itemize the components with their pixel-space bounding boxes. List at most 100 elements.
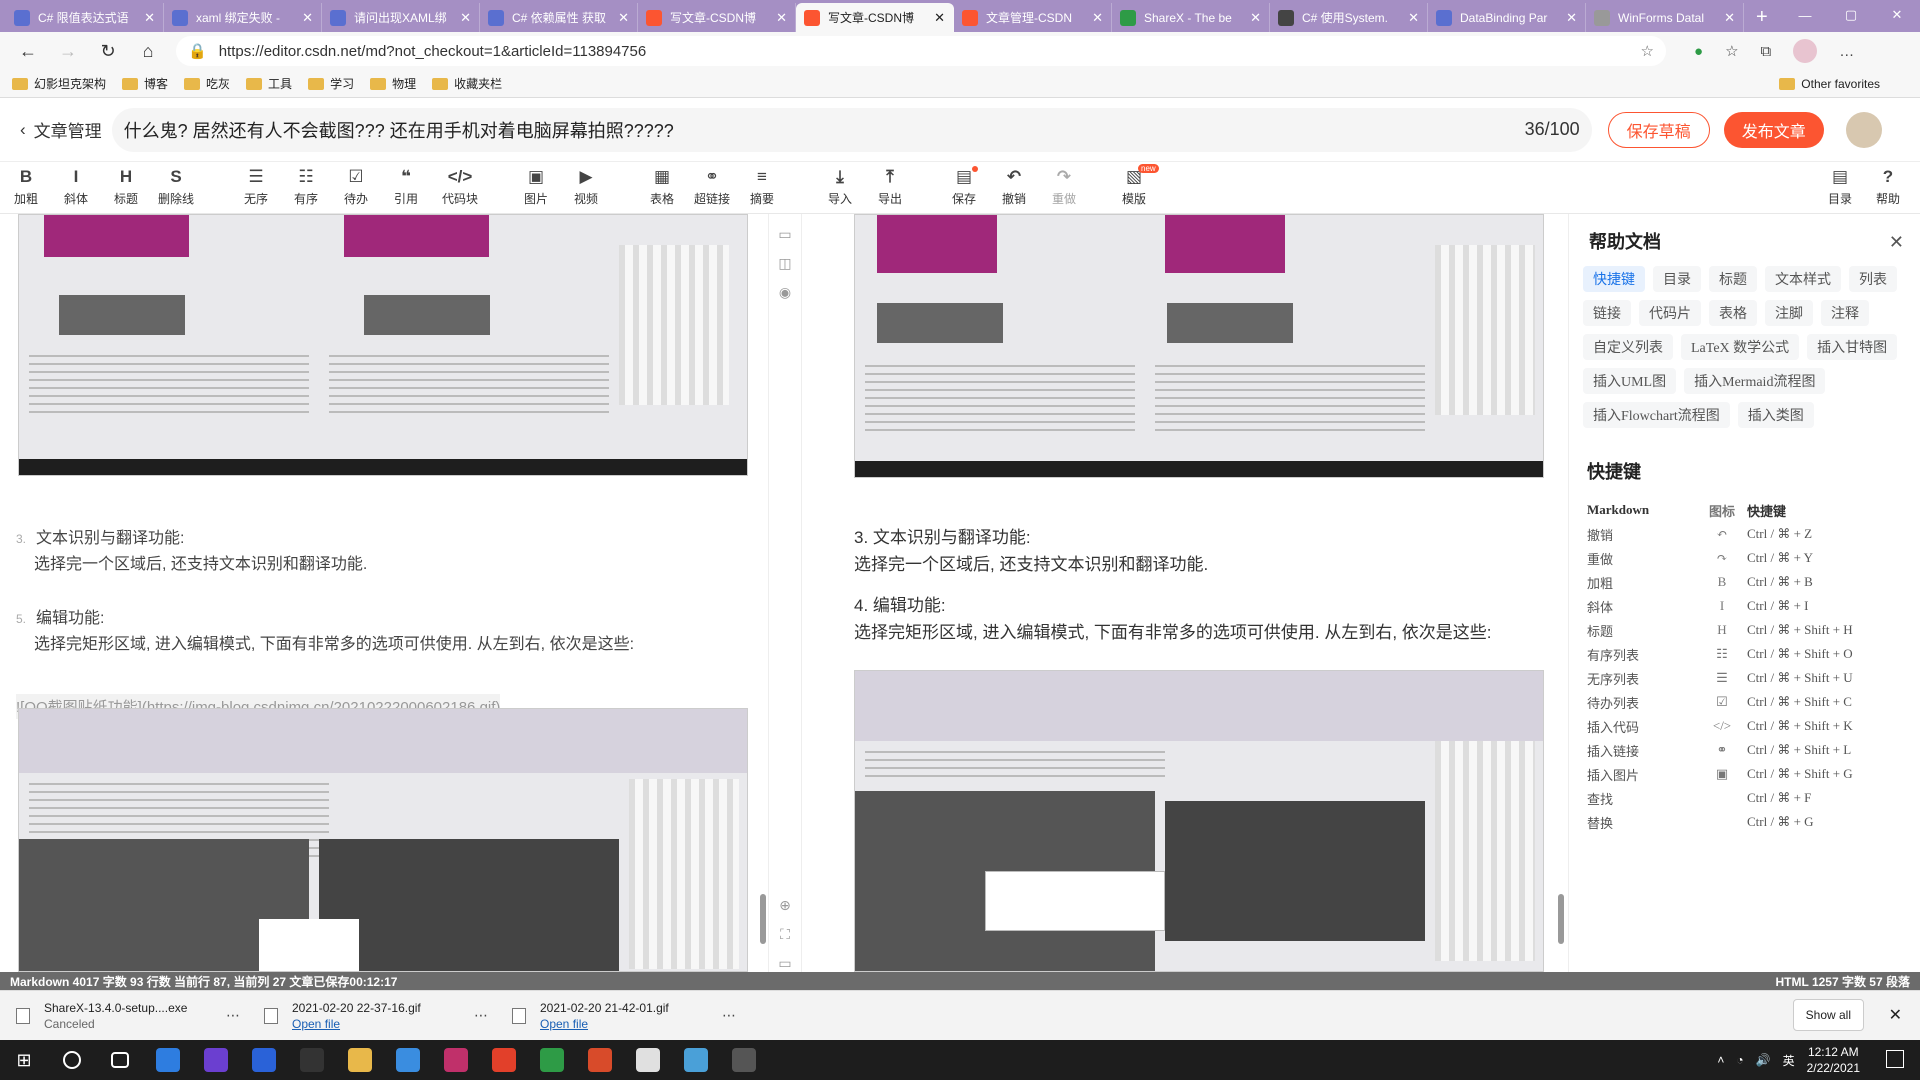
home-icon[interactable]: ⌂ <box>128 41 168 62</box>
open-file-link[interactable]: Open file <box>540 1017 588 1031</box>
user-avatar[interactable] <box>1845 111 1882 148</box>
toolbar-button-8[interactable]: ❝ 引用 <box>384 166 428 207</box>
close-downloads-icon[interactable]: ✕ <box>1889 1005 1902 1025</box>
help-chip[interactable]: 标题 <box>1709 266 1757 292</box>
download-item[interactable]: ShareX-13.4.0-setup....exe Canceled ⋯ <box>16 1001 248 1031</box>
close-tab-icon[interactable]: ✕ <box>776 10 787 26</box>
toolbar-button-11[interactable]: ▶ 视频 <box>564 166 608 207</box>
fullscreen-icon[interactable]: ⛶ <box>769 926 801 943</box>
taskbar-app-icon[interactable] <box>480 1040 528 1080</box>
toolbar-button-18[interactable]: ↶ 撤销 <box>992 166 1036 207</box>
help-chip[interactable]: 插入类图 <box>1737 402 1814 428</box>
back-to-article-manage[interactable]: ‹ 文章管理 <box>20 117 102 142</box>
toolbar-button-16[interactable]: ⤒ 导出 <box>868 166 912 207</box>
close-tab-icon[interactable]: ✕ <box>1250 10 1261 26</box>
bookmark-folder[interactable]: 吃灰 <box>184 75 230 92</box>
toolbar-button-5[interactable]: ☰ 无序 <box>234 166 278 207</box>
toolbar-button-21[interactable]: ▤ 目录 <box>1818 166 1862 207</box>
browser-tab[interactable]: 写文章-CSDN博 ✕ <box>796 3 954 32</box>
open-file-link[interactable]: Open file <box>292 1017 340 1031</box>
help-chip[interactable]: 表格 <box>1709 300 1757 326</box>
close-tab-icon[interactable]: ✕ <box>1566 10 1577 26</box>
notification-icon[interactable] <box>1886 1050 1904 1068</box>
download-item[interactable]: 2021-02-20 21-42-01.gif Open file ⋯ <box>512 1001 744 1031</box>
tray-chevron-icon[interactable]: ˄ <box>1717 1053 1724 1067</box>
taskbar-app-icon[interactable] <box>336 1040 384 1080</box>
taskbar-app-icon[interactable] <box>624 1040 672 1080</box>
toolbar-button-2[interactable]: I 斜体 <box>54 166 98 207</box>
task-view-icon[interactable] <box>96 1040 144 1080</box>
close-tab-icon[interactable]: ✕ <box>618 10 629 26</box>
toolbar-button-7[interactable]: ☑ 待办 <box>334 166 378 207</box>
toolbar-button-17[interactable]: ▤ 保存 <box>942 166 986 207</box>
split-view-icon[interactable]: ◫ <box>769 255 801 272</box>
help-chip[interactable]: 列表 <box>1849 266 1897 292</box>
browser-tab[interactable]: xaml 绑定失败 - ✕ <box>164 3 322 32</box>
forward-icon[interactable]: → <box>48 41 88 62</box>
focus-icon[interactable]: ⊕ <box>769 897 801 914</box>
download-item[interactable]: 2021-02-20 22-37-16.gif Open file ⋯ <box>264 1001 496 1031</box>
taskbar-app-icon[interactable] <box>720 1040 768 1080</box>
browser-tab[interactable]: WinForms Datal ✕ <box>1586 3 1744 32</box>
volume-icon[interactable]: 🔊 <box>1756 1053 1771 1067</box>
bookmark-folder[interactable]: 博客 <box>122 75 168 92</box>
toolbar-button-13[interactable]: ⚭ 超链接 <box>690 166 734 207</box>
help-chip[interactable]: 注释 <box>1821 300 1869 326</box>
bookmark-folder[interactable]: 工具 <box>246 75 292 92</box>
publish-button[interactable]: 发布文章 <box>1723 111 1824 148</box>
minimize-icon[interactable]: — <box>1782 0 1828 30</box>
more-options-icon[interactable]: ⋯ <box>722 1007 736 1024</box>
maximize-icon[interactable]: ▢ <box>1828 0 1874 30</box>
profile-avatar[interactable] <box>1793 39 1818 63</box>
browser-tab[interactable]: 写文章-CSDN博 ✕ <box>638 3 796 32</box>
close-tab-icon[interactable]: ✕ <box>144 10 155 26</box>
close-tab-icon[interactable]: ✕ <box>302 10 313 26</box>
toolbar-button-14[interactable]: ≡ 摘要 <box>740 166 784 207</box>
taskbar-app-icon[interactable] <box>384 1040 432 1080</box>
toolbar-button-4[interactable]: S 删除线 <box>154 166 198 207</box>
bookmark-folder[interactable]: 收藏夹栏 <box>432 75 502 92</box>
help-chip[interactable]: 代码片 <box>1639 300 1701 326</box>
markdown-editor[interactable]: ![QQ截图贴纸功能](https://img-blog.csdnimg.cn/… <box>0 214 768 972</box>
layout-icon[interactable]: ▭ <box>769 955 801 972</box>
new-tab-button[interactable]: + <box>1744 3 1780 32</box>
close-tab-icon[interactable]: ✕ <box>460 10 471 26</box>
more-menu-icon[interactable]: … <box>1839 43 1854 60</box>
taskbar-app-icon[interactable] <box>672 1040 720 1080</box>
taskbar-clock[interactable]: 12:12 AM 2/22/2021 <box>1807 1044 1860 1076</box>
close-tab-icon[interactable]: ✕ <box>1092 10 1103 26</box>
show-all-downloads-button[interactable]: Show all <box>1792 999 1864 1031</box>
article-title-input[interactable]: 什么鬼? 居然还有人不会截图??? 还在用手机对着电脑屏幕拍照????? 36/… <box>111 107 1592 152</box>
extension-icon[interactable]: ● <box>1694 43 1703 60</box>
windows-start-icon[interactable]: ⊞ <box>0 1040 48 1080</box>
help-chip[interactable]: 插入UML图 <box>1583 368 1677 394</box>
help-chip[interactable]: 插入甘特图 <box>1807 334 1898 360</box>
toolbar-button-20[interactable]: ▧ 模版 new <box>1112 164 1159 207</box>
close-tab-icon[interactable]: ✕ <box>1408 10 1419 26</box>
help-chip[interactable]: 插入Flowchart流程图 <box>1583 402 1730 428</box>
help-chip[interactable]: 目录 <box>1653 266 1701 292</box>
taskbar-app-icon[interactable] <box>288 1040 336 1080</box>
close-window-icon[interactable]: ✕ <box>1874 0 1920 30</box>
bookmark-other-favorites[interactable]: Other favorites <box>1779 77 1880 91</box>
toolbar-button-19[interactable]: ↷ 重做 <box>1042 166 1086 207</box>
preview-toggle-icon[interactable]: ◉ <box>769 284 801 301</box>
search-icon[interactable] <box>48 1040 96 1080</box>
help-chip[interactable]: 文本样式 <box>1765 266 1841 292</box>
taskbar-app-icon[interactable] <box>528 1040 576 1080</box>
toolbar-button-1[interactable]: B 加粗 <box>4 166 48 207</box>
taskbar-app-icon[interactable] <box>240 1040 288 1080</box>
favorites-icon[interactable]: ☆ <box>1725 42 1738 60</box>
more-options-icon[interactable]: ⋯ <box>226 1007 240 1024</box>
ime-indicator[interactable]: 英 <box>1783 1052 1795 1069</box>
browser-tab[interactable]: C# 使用System. ✕ <box>1270 3 1428 32</box>
help-chip[interactable]: 自定义列表 <box>1583 334 1673 360</box>
bookmark-folder[interactable]: 物理 <box>370 75 416 92</box>
taskbar-app-icon[interactable] <box>192 1040 240 1080</box>
toolbar-button-10[interactable]: ▣ 图片 <box>514 166 558 207</box>
toolbar-button-3[interactable]: H 标题 <box>104 166 148 207</box>
help-chip[interactable]: 链接 <box>1583 300 1631 326</box>
browser-tab[interactable]: DataBinding Par ✕ <box>1428 3 1586 32</box>
save-draft-button[interactable]: 保存草稿 <box>1607 111 1710 148</box>
close-tab-icon[interactable]: ✕ <box>934 10 945 26</box>
